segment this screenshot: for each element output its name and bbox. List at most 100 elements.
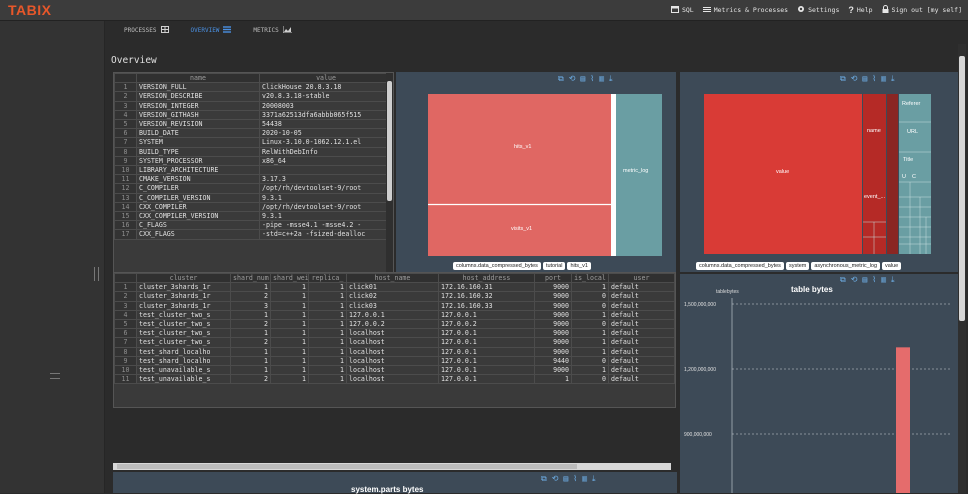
- table-cell[interactable]: [259, 165, 393, 176]
- tab-overview[interactable]: OVERVIEW: [191, 26, 232, 35]
- table-cell[interactable]: SYSTEM_PROCESSOR: [136, 155, 260, 167]
- table-cell[interactable]: 127.0.0.2: [346, 319, 439, 330]
- row-number[interactable]: 9: [114, 155, 137, 167]
- row-number[interactable]: 7: [114, 137, 137, 148]
- table-cell[interactable]: click01: [346, 282, 439, 293]
- save-icon[interactable]: ⤓: [592, 474, 596, 484]
- table-cell[interactable]: 1: [270, 309, 309, 321]
- table-cell[interactable]: CXX_FLAGS: [136, 229, 260, 240]
- bar-chart[interactable]: 1,500,000,000 1,200,000,000 900,000,000: [680, 274, 958, 493]
- table-row[interactable]: 6 BUILD_DATE 2020-10-05: [114, 128, 393, 139]
- table-cell[interactable]: 9000: [534, 337, 572, 348]
- table-row[interactable]: 8 test_shard_localho 1 1 1 localhost 127.0.0.1…: [114, 346, 675, 357]
- table-cell[interactable]: 1: [270, 346, 309, 357]
- row-number[interactable]: 10: [114, 165, 137, 176]
- table-cell[interactable]: 1: [308, 291, 347, 302]
- row-number[interactable]: 3: [114, 100, 137, 111]
- table-row[interactable]: 9 test_shard_localho 1 1 1 localhost 127.0.0.1…: [114, 355, 675, 367]
- row-number[interactable]: 1: [114, 82, 137, 93]
- table-row[interactable]: 11 CMAKE_VERSION 3.17.3: [114, 174, 393, 185]
- tab-processes[interactable]: PROCESSES: [124, 26, 169, 35]
- table-cell[interactable]: 2: [230, 319, 271, 330]
- table-cell[interactable]: 1: [270, 374, 309, 385]
- table-row[interactable]: 16 C_FLAGS -pipe -msse4.1 -msse4.2 -: [114, 220, 393, 231]
- table-cell[interactable]: 2: [230, 337, 271, 348]
- restore-icon[interactable]: ⟲: [552, 474, 559, 484]
- vertical-scrollbar[interactable]: [386, 73, 393, 273]
- row-number[interactable]: 5: [114, 119, 137, 130]
- table-cell[interactable]: default: [608, 365, 675, 376]
- treemap-node[interactable]: [616, 94, 662, 256]
- table-cell[interactable]: localhost: [346, 355, 439, 367]
- table-cell[interactable]: localhost: [346, 328, 439, 339]
- row-number[interactable]: 5: [114, 319, 137, 330]
- bar-chart-icon[interactable]: ▥: [582, 474, 587, 484]
- table-cell[interactable]: 2: [230, 374, 271, 385]
- column-header-value[interactable]: value: [259, 73, 393, 84]
- table-cell[interactable]: 9000: [534, 346, 572, 357]
- table-cell[interactable]: LIBRARY_ARCHITECTURE: [136, 165, 260, 176]
- table-cell[interactable]: default: [608, 309, 675, 321]
- table-cell[interactable]: 1: [308, 337, 347, 348]
- table-cell[interactable]: VERSION_DESCRIBE: [136, 91, 260, 102]
- table-row[interactable]: 14 CXX_COMPILER/opt/rh/devtoolset-9/root: [114, 201, 393, 213]
- table-row[interactable]: 11 test_unavailable_s 2 1 1 localhost 127.0.0.…: [114, 374, 675, 385]
- sign-out-button[interactable]: Sign out [my self]: [882, 5, 962, 15]
- table-cell[interactable]: cluster_3shards_1r: [136, 300, 231, 311]
- breadcrumb-item[interactable]: hits_v1: [567, 262, 591, 270]
- table-cell[interactable]: 1: [571, 328, 609, 339]
- row-number[interactable]: 1: [114, 282, 137, 293]
- table-cell[interactable]: 1: [270, 355, 309, 367]
- table-cell[interactable]: CXX_COMPILER_VERSION: [136, 211, 260, 222]
- table-cell[interactable]: 0: [571, 355, 609, 367]
- table-cell[interactable]: VERSION_REVISION: [136, 119, 260, 130]
- table-cell[interactable]: 9000: [534, 319, 572, 330]
- row-number[interactable]: 11: [114, 174, 137, 185]
- table-cell[interactable]: 9000: [534, 282, 572, 293]
- table-row[interactable]: 5 test_cluster_two_s 2 1 1 127.0.0.2 127.0.0.2…: [114, 319, 675, 330]
- table-cell[interactable]: 1: [571, 309, 609, 321]
- table-row[interactable]: 8 BUILD_TYPE RelWithDebInfo: [114, 146, 393, 157]
- table-cell[interactable]: C_COMPILER: [136, 183, 260, 194]
- column-header-name[interactable]: name: [136, 73, 260, 84]
- table-cell[interactable]: 1: [308, 365, 347, 376]
- table-cell[interactable]: 127.0.0.1: [438, 374, 535, 385]
- table-cell[interactable]: click02: [346, 291, 439, 302]
- table-cell[interactable]: 1: [230, 328, 271, 339]
- column-header[interactable]: cluster: [136, 273, 231, 284]
- table-cell[interactable]: 1: [571, 365, 609, 376]
- table-cell[interactable]: 127.0.0.1: [438, 337, 535, 348]
- row-number[interactable]: 2: [114, 291, 137, 302]
- breadcrumb-item[interactable]: tutorial: [542, 262, 566, 270]
- table-cell[interactable]: 1: [308, 282, 347, 293]
- table-cell[interactable]: 2: [230, 291, 271, 302]
- column-header[interactable]: shard_weight: [270, 273, 309, 284]
- table-cell[interactable]: 1: [308, 309, 347, 321]
- settings-button[interactable]: Settings: [797, 5, 839, 15]
- column-header[interactable]: port: [534, 273, 572, 284]
- row-number[interactable]: 6: [114, 328, 137, 339]
- table-cell[interactable]: cluster_3shards_1r: [136, 282, 231, 293]
- column-header[interactable]: host_name: [346, 273, 439, 284]
- table-cell[interactable]: default: [608, 282, 675, 293]
- row-number[interactable]: 3: [114, 300, 137, 311]
- table-cell[interactable]: RelWithDebInfo: [259, 146, 393, 157]
- table-cell[interactable]: click03: [346, 300, 439, 311]
- table-cell[interactable]: C_FLAGS: [136, 220, 260, 231]
- data-view-icon[interactable]: ▤: [563, 474, 568, 484]
- table-cell[interactable]: default: [608, 328, 675, 339]
- horizontal-scrollbar[interactable]: [113, 463, 671, 470]
- table-row[interactable]: 7 SYSTEM Linux-3.10.0-1062.12.1.el: [114, 137, 393, 148]
- table-cell[interactable]: 1: [308, 328, 347, 339]
- table-cell[interactable]: 9.3.1: [259, 192, 393, 203]
- column-header[interactable]: shard_num: [230, 273, 271, 284]
- row-number[interactable]: 14: [114, 201, 137, 213]
- table-cell[interactable]: 127.0.0.1: [438, 365, 535, 376]
- table-cell[interactable]: 1: [270, 328, 309, 339]
- table-row[interactable]: 9 SYSTEM_PROCESSOR x86_64: [114, 155, 393, 167]
- table-cell[interactable]: VERSION_GITHASH: [136, 109, 260, 121]
- row-number[interactable]: 17: [114, 229, 137, 240]
- table-row[interactable]: 2 VERSION_DESCRIBE v20.8.3.18-stable: [114, 91, 393, 102]
- table-cell[interactable]: 127.0.0.1: [438, 309, 535, 321]
- table-cell[interactable]: test_cluster_two_s: [136, 319, 231, 330]
